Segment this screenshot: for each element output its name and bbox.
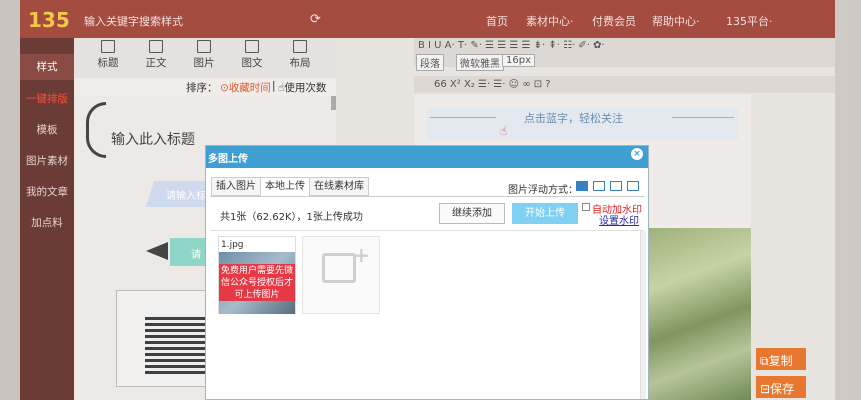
layout-icon <box>293 40 307 53</box>
tool-image-text[interactable]: 图文 <box>232 40 272 70</box>
sort-usage-label: 使用次数 <box>284 82 327 94</box>
image-icon <box>197 40 211 53</box>
style-category-bar: 标题 正文 图片 图文 布局 <box>74 38 336 78</box>
insert-buttons[interactable]: 66 X² X₂ ☰· ☰· ☺ ∞ ⊡ ? <box>434 79 551 90</box>
preview-pencil-text: 请 <box>191 250 201 261</box>
sort-favorite[interactable]: ⊙收藏时间 <box>220 80 271 95</box>
dialog-header[interactable]: 多图上传 × <box>206 146 648 168</box>
chevron-down-icon: · <box>769 15 773 28</box>
copy-button[interactable]: ⧉复制 <box>756 348 806 370</box>
pencil-tip-icon <box>146 242 168 260</box>
dialog-title: 多图上传 <box>208 154 248 165</box>
float-none-icon[interactable] <box>576 181 588 191</box>
nav-materials-label: 素材中心 <box>526 15 570 28</box>
dialog-scrollbar[interactable] <box>640 231 646 399</box>
copy-label: 复制 <box>768 354 793 368</box>
float-left-icon[interactable] <box>593 181 605 191</box>
nav-home[interactable]: 首页 <box>486 13 508 29</box>
plus-icon: + <box>353 243 370 267</box>
float-right-icon[interactable] <box>610 181 622 191</box>
tree-photo[interactable] <box>647 228 751 400</box>
tool-layout[interactable]: 布局 <box>280 40 320 70</box>
multi-image-upload-dialog: 多图上传 × 插入图片 本地上传 在线素材库 图片浮动方式： 共1张（62.62… <box>205 145 649 400</box>
font-size-select[interactable]: 16px <box>502 54 535 67</box>
watermark-settings-link[interactable]: 设置水印 <box>599 212 639 227</box>
follow-banner-text: 点击蓝字，轻松关注 <box>524 112 623 125</box>
tab-divider <box>210 196 644 197</box>
preview-pencil-shape[interactable] <box>170 238 210 266</box>
watermark-checkbox[interactable] <box>582 203 590 211</box>
preview-title-text[interactable]: 输入此入标题 <box>111 129 195 149</box>
file-name: 1.jpg <box>221 240 244 250</box>
tab-local-upload[interactable]: 本地上传 <box>260 177 310 196</box>
preview-arc-decoration <box>86 102 106 158</box>
sort-separator: | <box>272 80 276 92</box>
qr-code-icon <box>145 314 205 374</box>
add-image-button[interactable]: + <box>302 236 380 314</box>
tool-image-text-label: 图文 <box>241 57 263 69</box>
sort-usage[interactable]: ☝使用次数 <box>278 80 326 95</box>
chevron-down-icon: · <box>570 15 574 28</box>
sort-bar: 排序： ⊙收藏时间 | ☝使用次数 <box>74 78 336 96</box>
editor-toolbar-row-3: 66 X² X₂ ☰· ☰· ☺ ∞ ⊡ ? <box>414 76 835 93</box>
banner-line-right <box>672 117 734 118</box>
body-icon <box>149 40 163 53</box>
save-icon: ⊟ <box>760 382 771 396</box>
sidebar-item-my-articles[interactable]: 我的文章 <box>20 184 74 199</box>
close-icon[interactable]: × <box>631 148 643 160</box>
editor-toolbar-row-2: 段落 微软雅黑 16px <box>414 53 835 71</box>
font-family-select[interactable]: 微软雅黑 <box>456 54 504 71</box>
upload-status: 共1张（62.62K），1张上传成功 <box>220 212 363 223</box>
top-bar: 135 输入关键字搜索样式 ⟳ 首页 素材中心· 付费会员 帮助中心· 135平… <box>20 0 835 38</box>
sort-favorite-label: 收藏时间 <box>228 82 271 94</box>
refresh-icon[interactable]: ⟳ <box>310 12 321 27</box>
auth-required-overlay: 免费用户需要先微信公众号授权后才可上传图片 <box>219 264 295 301</box>
tool-title[interactable]: 标题 <box>88 40 128 70</box>
sort-label: 排序： <box>186 82 218 94</box>
tool-image[interactable]: 图片 <box>184 40 224 70</box>
tab-online-library[interactable]: 在线素材库 <box>309 177 369 196</box>
add-image-icon <box>322 253 356 283</box>
sidebar-item-styles[interactable]: 样式 <box>20 54 74 80</box>
nav-materials[interactable]: 素材中心· <box>526 13 574 29</box>
nav-platform[interactable]: 135平台· <box>726 13 773 29</box>
start-upload-button[interactable]: 开始上传 <box>512 203 578 224</box>
image-text-icon <box>245 40 259 53</box>
hand-pointer-icon: ☝ <box>500 124 508 138</box>
sidebar-item-extras[interactable]: 加点料 <box>20 215 74 230</box>
dialog-divider <box>210 230 644 231</box>
nav-help[interactable]: 帮助中心· <box>652 13 700 29</box>
copy-icon: ⧉ <box>760 354 769 368</box>
nav-membership[interactable]: 付费会员 <box>592 13 636 29</box>
logo[interactable]: 135 <box>28 8 70 34</box>
sidebar-item-images[interactable]: 图片素材 <box>20 153 74 168</box>
tool-body-label: 正文 <box>145 57 167 69</box>
tool-image-label: 图片 <box>193 57 215 69</box>
float-mode-label: 图片浮动方式： <box>508 185 578 196</box>
tool-body[interactable]: 正文 <box>136 40 176 70</box>
save-button[interactable]: ⊟保存 <box>756 376 806 398</box>
continue-add-button[interactable]: 继续添加 <box>439 203 505 224</box>
chevron-down-icon: · <box>696 15 700 28</box>
search-input[interactable]: 输入关键字搜索样式 <box>84 13 183 29</box>
format-buttons[interactable]: B I U A· T· ✎· ☰ ☰ ☰ ☰ ⇟· ⇞· ☷· ✐· ✿· <box>418 40 605 51</box>
editor-toolbar-row-1: B I U A· T· ✎· ☰ ☰ ☰ ☰ ⇟· ⇞· ☷· ✐· ✿· <box>414 38 835 53</box>
banner-line-left <box>430 117 496 118</box>
title-icon <box>101 40 115 53</box>
tool-layout-label: 布局 <box>289 57 311 69</box>
left-sidebar: 样式 一键排版 模板 图片素材 我的文章 加点料 <box>20 38 74 400</box>
sidebar-item-auto-layout[interactable]: 一键排版 <box>20 91 74 106</box>
uploaded-image-thumbnail[interactable]: 1.jpg 免费用户需要先微信公众号授权后才可上传图片 <box>218 236 296 314</box>
paragraph-select[interactable]: 段落 <box>416 54 444 71</box>
nav-platform-label: 135平台 <box>726 15 769 28</box>
logo-text: 135 <box>28 8 70 32</box>
preview-banner-text: 请输入标 <box>166 191 206 202</box>
sidebar-item-templates[interactable]: 模板 <box>20 122 74 137</box>
tool-title-label: 标题 <box>97 57 119 69</box>
float-center-icon[interactable] <box>627 181 639 191</box>
save-label: 保存 <box>770 382 795 396</box>
nav-help-label: 帮助中心 <box>652 15 696 28</box>
tab-insert-image[interactable]: 插入图片 <box>211 177 261 196</box>
